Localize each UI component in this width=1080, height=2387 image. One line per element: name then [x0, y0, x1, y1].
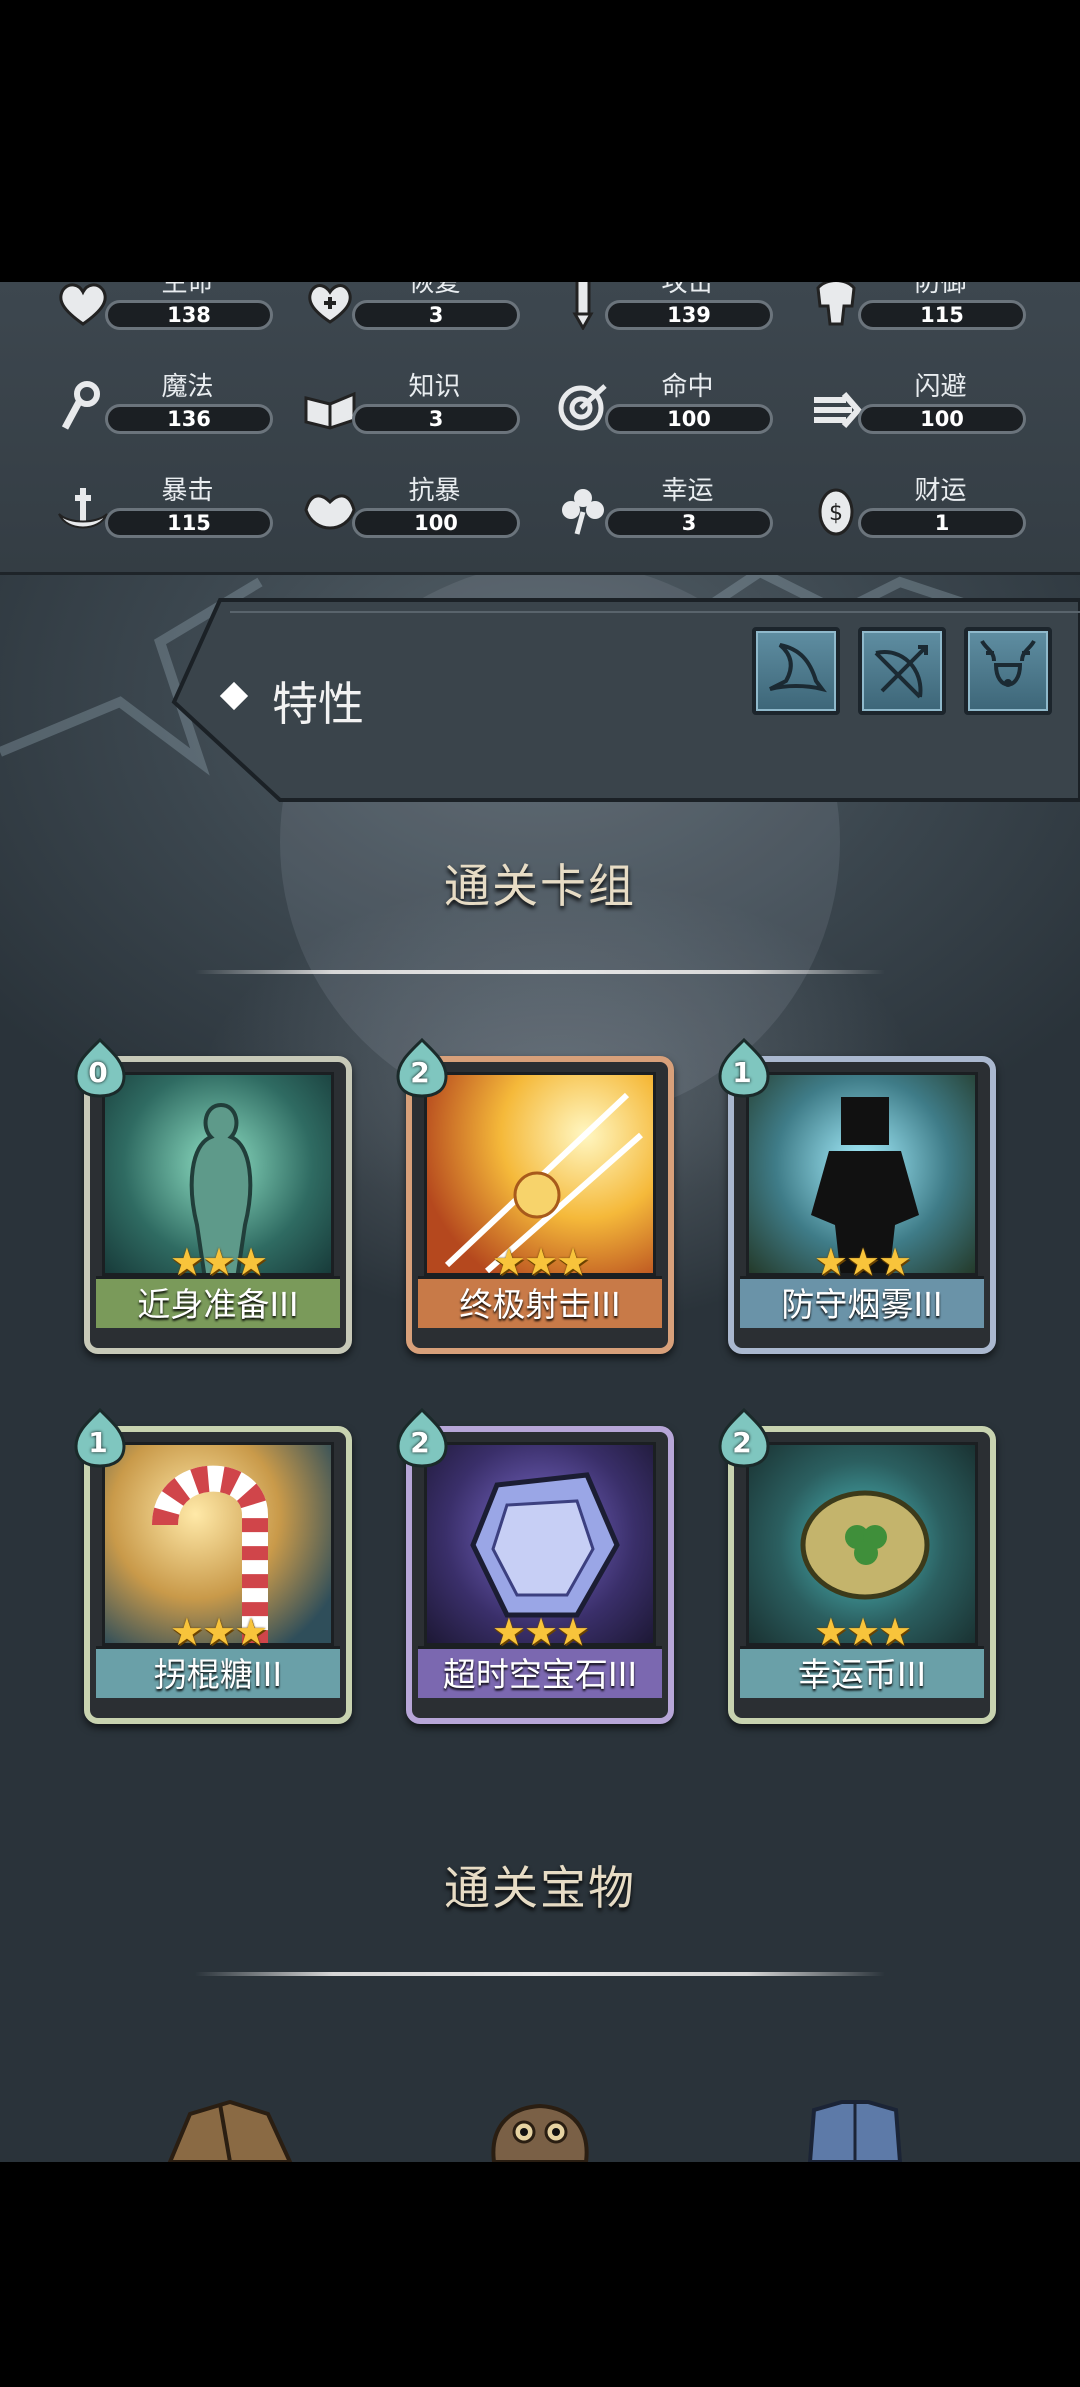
stat-label: 攻击 — [661, 282, 714, 298]
stat-label: 魔法 — [161, 372, 214, 402]
stat-crit: 暴击 115 — [55, 476, 280, 544]
trait-label: 特性 — [272, 677, 364, 731]
book-icon — [304, 391, 356, 430]
card-name: 近身准备III — [96, 1276, 340, 1328]
card-spacetime-gem[interactable]: ★★★ 超时空宝石III 2 — [396, 1407, 674, 1724]
card-candy-cane[interactable]: ★★★ 拐棍糖III 1 — [74, 1407, 352, 1724]
stat-label: 闪避 — [914, 372, 967, 402]
trait-reindeer-button[interactable] — [964, 627, 1052, 715]
reindeer-icon — [980, 639, 1036, 687]
staff-icon — [61, 381, 100, 430]
clover-icon — [562, 489, 604, 535]
heart-plus-icon — [308, 284, 352, 324]
stat-dodge: 闪避 100 — [808, 372, 1033, 440]
stat-defense: 防御 115 — [808, 282, 1033, 336]
owl-icon[interactable] — [480, 2100, 600, 2162]
stat-label: 防御 — [914, 282, 967, 298]
stat-label: 恢复 — [408, 282, 461, 298]
stat-knowledge: 知识 3 — [302, 372, 527, 440]
stat-crit-resist: 抗暴 100 — [302, 476, 527, 544]
trait-bow-button[interactable] — [858, 627, 946, 715]
stat-value: 100 — [352, 508, 520, 538]
stat-label: 暴击 — [161, 476, 214, 506]
card-cost-badge: 1 — [72, 1407, 128, 1468]
stat-value: 115 — [858, 300, 1026, 330]
stat-label: 知识 — [408, 372, 461, 402]
heart-icon — [59, 283, 107, 326]
deck-divider — [195, 970, 885, 974]
stat-regen: 恢复 3 — [302, 282, 527, 336]
coat-icon[interactable] — [150, 2100, 300, 2162]
chestplate-icon[interactable] — [790, 2100, 920, 2162]
deck-section-title: 通关卡组 — [444, 859, 636, 913]
svg-text:$: $ — [829, 501, 843, 526]
stat-accuracy: 命中 100 — [555, 372, 780, 440]
stat-label: 抗暴 — [408, 476, 461, 506]
crit-icon — [58, 488, 108, 529]
card-cost: 1 — [88, 1426, 108, 1459]
stat-label: 生命 — [161, 282, 214, 298]
card-defense-smoke[interactable]: ★★★ 防守烟雾III 1 — [718, 1037, 996, 1354]
card-cost-badge: 2 — [394, 1407, 450, 1468]
card-cost-badge: 2 — [716, 1407, 772, 1468]
stat-attack: 攻击 139 — [555, 282, 780, 336]
card-cost: 2 — [732, 1426, 752, 1459]
target-icon — [558, 384, 607, 431]
card-lucky-coin[interactable]: ★★★ 幸运币III 2 — [718, 1407, 996, 1724]
dodge-icon — [814, 392, 862, 428]
card-melee-prep[interactable]: ★★★ 近身准备III 0 — [74, 1037, 352, 1354]
sword-icon — [572, 282, 594, 330]
card-name: 幸运币III — [740, 1646, 984, 1698]
card-name: 拐棍糖III — [96, 1646, 340, 1698]
stat-wealth: $ 财运 1 — [808, 476, 1033, 544]
stat-value: 3 — [352, 300, 520, 330]
stat-value: 1 — [858, 508, 1026, 538]
stat-luck: 幸运 3 — [555, 476, 780, 544]
trait-hat-button[interactable] — [752, 627, 840, 715]
stat-value: 139 — [605, 300, 773, 330]
hat-icon — [769, 643, 827, 693]
stat-hp: 生命 138 — [55, 282, 280, 336]
card-name: 防守烟雾III — [740, 1276, 984, 1328]
armor-icon — [816, 282, 856, 326]
stat-value: 100 — [605, 404, 773, 434]
stat-value: 100 — [858, 404, 1026, 434]
bow-icon — [874, 645, 928, 699]
stat-value: 3 — [605, 508, 773, 538]
card-name: 超时空宝石III — [418, 1646, 662, 1698]
stats-panel: 生命 138 恢复 3 攻击 139 防御 115 魔法 136 知识 3 命中… — [0, 282, 1080, 575]
coin-icon: $ — [818, 488, 854, 536]
stat-label: 命中 — [661, 372, 714, 402]
stat-magic: 魔法 136 — [55, 372, 280, 440]
card-ultimate-shot[interactable]: ★★★ 终极射击III 2 — [396, 1037, 674, 1354]
stat-value: 115 — [105, 508, 273, 538]
stat-value: 3 — [352, 404, 520, 434]
stat-label: 财运 — [914, 476, 967, 506]
treasure-section-title: 通关宝物 — [444, 1861, 636, 1915]
card-cost-badge: 2 — [394, 1037, 450, 1098]
card-cost: 2 — [410, 1056, 430, 1089]
crit-resist-icon — [304, 494, 356, 530]
card-cost: 1 — [732, 1056, 752, 1089]
card-cost: 0 — [88, 1056, 108, 1089]
stat-label: 幸运 — [661, 476, 714, 506]
card-name: 终极射击III — [418, 1276, 662, 1328]
stat-value: 136 — [105, 404, 273, 434]
card-cost: 2 — [410, 1426, 430, 1459]
card-cost-badge: 0 — [72, 1037, 128, 1098]
card-cost-badge: 1 — [716, 1037, 772, 1098]
stat-value: 138 — [105, 300, 273, 330]
treasure-divider — [195, 1972, 885, 1976]
